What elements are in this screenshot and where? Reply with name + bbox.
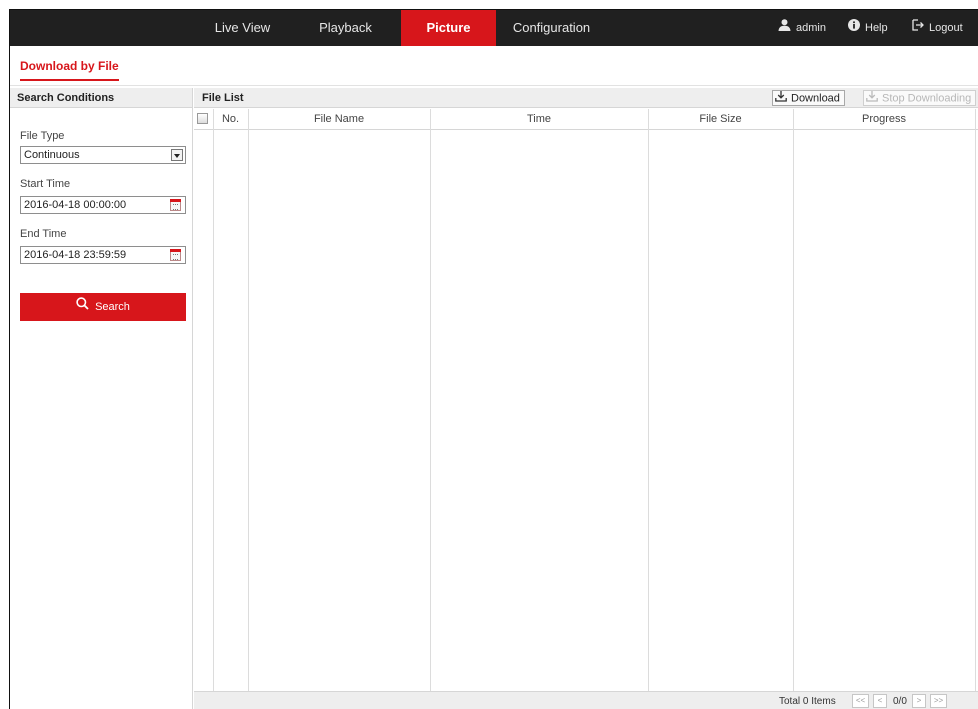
column-header-time[interactable]: Time [430, 109, 648, 130]
user-name: admin [796, 22, 826, 35]
user-menu[interactable]: admin [778, 10, 826, 46]
search-button-label: Search [95, 301, 130, 314]
download-icon [775, 91, 787, 106]
file-type-value: Continuous [24, 149, 80, 161]
last-page-button[interactable]: >> [930, 694, 947, 708]
column-divider [248, 109, 249, 691]
tab-playback[interactable]: Playback [298, 10, 393, 46]
download-button[interactable]: Download [772, 90, 845, 106]
tab-configuration[interactable]: Configuration [504, 10, 599, 46]
app-frame: Live View Playback Picture Configuration… [9, 9, 978, 709]
column-divider [648, 109, 649, 691]
start-time-input[interactable] [24, 197, 154, 213]
end-time-field [20, 246, 186, 264]
file-type-select[interactable]: Continuous [20, 146, 186, 164]
search-panel: Search Conditions File Type Continuous S… [10, 88, 193, 709]
search-panel-title: Search Conditions [10, 88, 192, 108]
column-divider [213, 109, 214, 691]
start-time-field [20, 196, 186, 214]
column-divider [430, 109, 431, 691]
file-list-title: File List [202, 92, 244, 104]
calendar-icon[interactable] [170, 199, 181, 211]
logout-label: Logout [929, 22, 963, 35]
stop-downloading-button[interactable]: Stop Downloading [863, 90, 977, 106]
user-icon [778, 10, 791, 46]
end-time-input[interactable] [24, 247, 154, 263]
download-button-label: Download [791, 92, 840, 105]
column-divider [975, 109, 976, 691]
column-divider [793, 109, 794, 691]
tab-picture[interactable]: Picture [401, 10, 496, 46]
column-header-progress[interactable]: Progress [793, 109, 975, 130]
total-items: Total 0 Items [779, 696, 836, 707]
end-time-label: End Time [20, 228, 67, 240]
start-time-label: Start Time [20, 178, 71, 190]
info-icon [848, 10, 860, 46]
stop-download-icon [866, 91, 878, 106]
help-label: Help [865, 22, 888, 35]
search-button[interactable]: Search [20, 293, 186, 321]
column-header-no[interactable]: No. [213, 109, 248, 130]
stop-downloading-label: Stop Downloading [882, 92, 972, 105]
select-all-checkbox[interactable] [197, 113, 208, 124]
file-type-label: File Type [20, 130, 65, 142]
file-list-toolbar: File List Download Stop Downloading [194, 88, 978, 108]
search-icon [76, 293, 89, 321]
file-table-header: No. File Name Time File Size Progress [194, 109, 978, 130]
help-link[interactable]: Help [848, 10, 888, 46]
logout-link[interactable]: Logout [912, 10, 963, 46]
page-indicator: 0/0 [893, 696, 907, 707]
calendar-icon[interactable] [170, 249, 181, 261]
column-header-file-name[interactable]: File Name [248, 109, 430, 130]
tab-download-by-file[interactable]: Download by File [20, 59, 119, 81]
first-page-button[interactable]: << [852, 694, 869, 708]
top-nav-bar: Live View Playback Picture Configuration… [10, 10, 978, 46]
sub-header: Download by File [10, 46, 978, 86]
file-list-panel: File List Download Stop Downloading No. … [194, 88, 978, 709]
next-page-button[interactable]: > [912, 694, 926, 708]
logout-icon [912, 10, 924, 46]
column-header-file-size[interactable]: File Size [648, 109, 793, 130]
prev-page-button[interactable]: < [873, 694, 887, 708]
chevron-down-icon [171, 149, 183, 161]
tab-live-view[interactable]: Live View [195, 10, 290, 46]
pagination-bar: Total 0 Items << < 0/0 > >> [194, 691, 978, 709]
